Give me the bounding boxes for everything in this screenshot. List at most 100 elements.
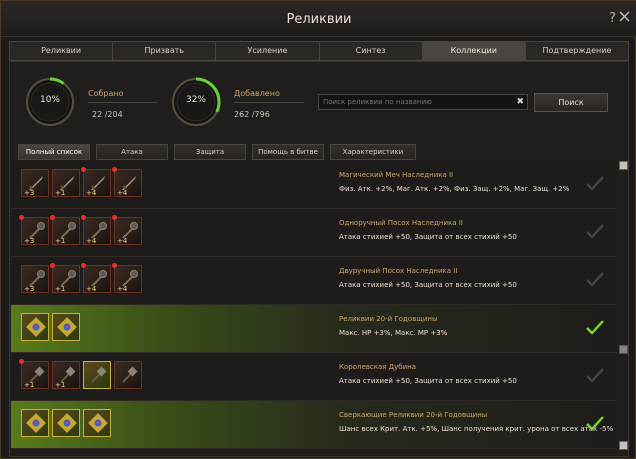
relic-level: +1 <box>55 285 66 293</box>
relic-slot[interactable] <box>52 409 80 437</box>
alert-dot <box>19 359 24 364</box>
added-percent: 32% <box>185 95 206 105</box>
check-icon <box>586 224 604 239</box>
tab-1[interactable]: Реликвии <box>10 42 114 60</box>
relic-slot[interactable]: +3 <box>21 265 49 293</box>
relic-slot[interactable]: +4 <box>81 263 111 293</box>
collection-items: +3 +1 +4 +4 <box>19 215 142 245</box>
tab-6[interactable]: Подтверждение <box>526 42 628 60</box>
alert-dot <box>50 263 55 268</box>
collection-row[interactable]: +1 +1 Королевская Дубина Атака стихией +50,… <box>11 353 617 401</box>
search-button[interactable]: Поиск <box>534 93 608 112</box>
alert-dot <box>50 215 55 220</box>
relic-slot[interactable]: +4 <box>112 167 142 197</box>
search-input[interactable] <box>323 96 513 108</box>
close-icon[interactable] <box>618 10 631 23</box>
filter-bar: Полный список Атака Защита Помощь в битве Ха… <box>18 144 416 160</box>
filter-button[interactable]: Защита <box>174 144 246 160</box>
gem-relic-icon <box>26 413 46 433</box>
relic-slot[interactable] <box>83 361 111 389</box>
tab-3[interactable]: Усиление <box>216 42 320 60</box>
relic-level: +4 <box>86 285 97 293</box>
collection-effect: Физ. Атк. +2%, Маг. Атк. +2%, Физ. Защ. … <box>339 185 570 193</box>
search-field: ✖ <box>318 94 528 110</box>
collection-name: Двуручный Посох Наследника II <box>339 267 458 275</box>
collected-value: 22 /204 <box>92 110 123 119</box>
title-bar: Реликвии ? <box>1 1 636 37</box>
collection-name: Реликвии 20-й Годовщины <box>339 315 438 323</box>
relic-slot[interactable]: +4 <box>112 263 142 293</box>
relic-level: +1 <box>55 237 66 245</box>
collection-panel: 10% Собрано 22 /204 32% Добавлено 262 /7… <box>9 61 629 457</box>
collection-row[interactable]: +3 +1 +4 +4 Двуручный Посох Наследника II Ата… <box>11 257 617 305</box>
relic-level: +4 <box>86 237 97 245</box>
relic-level: +4 <box>117 189 128 197</box>
clear-search-icon[interactable]: ✖ <box>516 96 524 108</box>
relic-slot[interactable]: +1 <box>52 169 80 197</box>
filter-button[interactable]: Помощь в битве <box>252 144 324 160</box>
relic-level: +3 <box>24 285 35 293</box>
added-label: Добавлено <box>234 89 280 98</box>
tab-bar: Реликвии Призвать Усиление Синтез Коллекции П… <box>9 41 629 61</box>
collection-items: +1 +1 <box>19 359 142 389</box>
filter-button[interactable]: Атака <box>96 144 168 160</box>
tab-5[interactable]: Коллекции <box>422 42 526 60</box>
collection-effect: Атака стихией +50, Защита от всех стихий… <box>339 233 517 241</box>
collection-row[interactable]: Сверкающие Реликвии 20-й Годовщины Шанс в… <box>11 401 617 449</box>
relic-slot[interactable]: +1 <box>50 263 80 293</box>
tab-4[interactable]: Синтез <box>320 42 423 60</box>
alert-dot <box>112 263 117 268</box>
relic-slot[interactable] <box>52 313 80 341</box>
gem-relic-icon <box>26 317 46 337</box>
gem-relic-icon <box>57 413 77 433</box>
collection-items: +3 +1 +4 +4 <box>21 263 142 293</box>
alert-dot <box>112 167 117 172</box>
alert-dot <box>81 215 86 220</box>
relic-slot[interactable] <box>83 409 111 437</box>
window-title: Реликвии <box>286 12 352 27</box>
check-icon <box>586 416 604 431</box>
gem-relic-icon <box>57 317 77 337</box>
filter-button[interactable]: Характеристики <box>330 144 416 160</box>
relic-level: +4 <box>117 285 128 293</box>
collection-row[interactable]: Реликвии 20-й Годовщины Макс. HP +3%, Мак… <box>11 305 617 353</box>
relic-level: +1 <box>24 381 35 389</box>
collected-divider <box>88 102 158 103</box>
collection-effect: Шанс всех Крит. Атк. +5%, Шанс получения… <box>339 425 614 433</box>
collection-effect: Макс. HP +3%, Макс. MP +3% <box>339 329 448 337</box>
relic-level: +3 <box>24 189 35 197</box>
scroll-down-button[interactable] <box>619 441 628 450</box>
relic-slot[interactable]: +3 <box>19 215 49 245</box>
relic-slot[interactable]: +4 <box>81 215 111 245</box>
tab-2[interactable]: Призвать <box>113 42 217 60</box>
relic-slot[interactable] <box>21 313 49 341</box>
scrollbar[interactable] <box>619 161 628 456</box>
check-icon <box>586 368 604 383</box>
collection-items <box>21 409 111 437</box>
relic-slot[interactable]: +1 <box>52 361 80 389</box>
relic-slot[interactable] <box>21 409 49 437</box>
relic-level: +1 <box>55 189 66 197</box>
relic-level: +3 <box>24 237 35 245</box>
collection-effect: Атака стихией +50, Защита от всех стихий… <box>339 281 517 289</box>
help-icon[interactable]: ? <box>609 11 616 26</box>
relic-level: +4 <box>117 237 128 245</box>
relic-slot[interactable]: +1 <box>50 215 80 245</box>
relic-level: +4 <box>86 189 97 197</box>
added-gauge: 32% <box>170 76 222 128</box>
collection-list: +3 +1 +4 +4 Магический Меч Наследника II Физ.… <box>11 161 617 456</box>
club-icon <box>91 366 107 383</box>
collection-row[interactable]: +3 +1 +4 +4 Одноручный Посох Наследника II Ат… <box>11 209 617 257</box>
relic-slot[interactable]: +4 <box>112 215 142 245</box>
collection-row[interactable]: +3 +1 +4 +4 Магический Меч Наследника II Физ.… <box>11 161 617 209</box>
scroll-thumb[interactable] <box>619 345 628 354</box>
scroll-up-button[interactable] <box>619 161 628 170</box>
relic-slot[interactable]: +3 <box>21 169 49 197</box>
filter-button[interactable]: Полный список <box>18 144 90 160</box>
relic-slot[interactable] <box>114 361 142 389</box>
relic-slot[interactable]: +1 <box>19 359 49 389</box>
relic-slot[interactable]: +4 <box>81 167 111 197</box>
collected-label: Собрано <box>88 89 124 98</box>
collection-name: Магический Меч Наследника II <box>339 171 454 179</box>
check-icon <box>586 272 604 287</box>
